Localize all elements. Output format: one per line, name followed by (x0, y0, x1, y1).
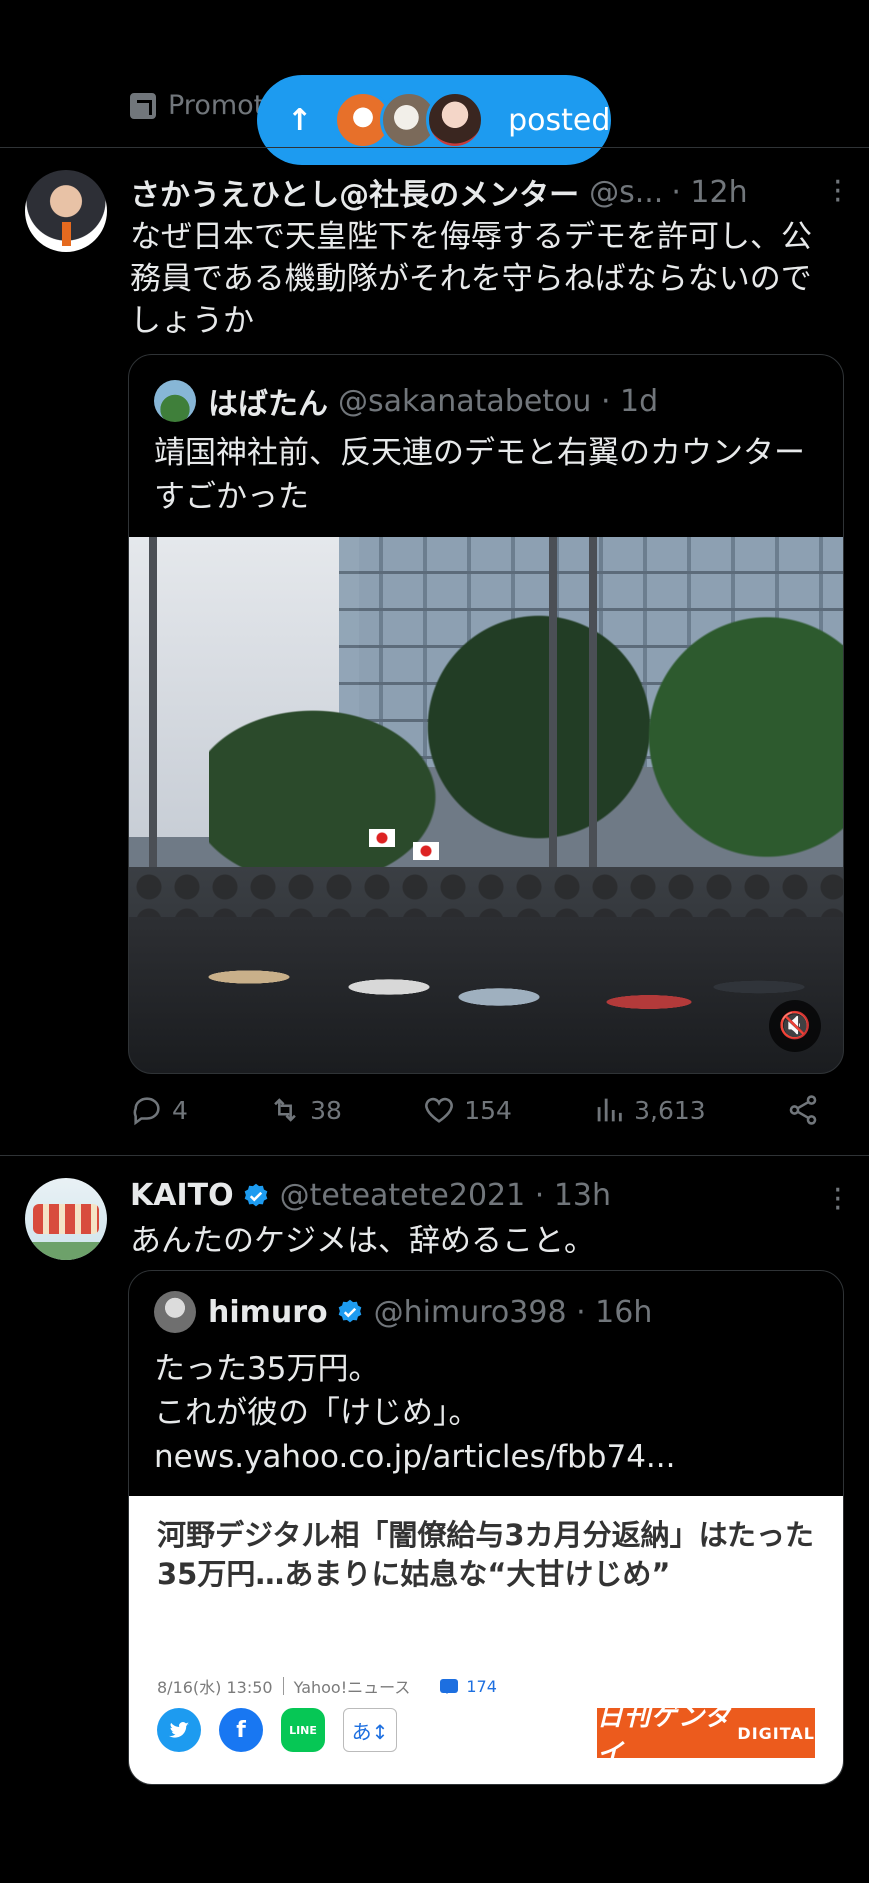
repost-count: 38 (310, 1095, 342, 1125)
article-source: Yahoo!ニュース (293, 1678, 411, 1697)
tweet-actions: 4 38 154 3,613 (130, 1093, 820, 1127)
quote-author-handle: @sakanatabetou · 1d (338, 383, 659, 419)
quote-text: たった35万円。 これが彼の「けじめ」。 news.yahoo.co.jp/ar… (154, 1347, 824, 1479)
tweet-time[interactable]: · 12h (671, 175, 747, 210)
video-player[interactable]: 🔇 (129, 537, 843, 1073)
quote-link[interactable]: news.yahoo.co.jp/articles/fbb74... (154, 1435, 824, 1479)
quoted-tweet[interactable]: はばたん @sakanatabetou · 1d 靖国神社前、反天連のデモと右翼… (128, 354, 844, 1074)
video-scene (129, 917, 843, 1073)
quoted-tweet[interactable]: himuro @himuro398 · 16h たった35万円。 これが彼の「け… (128, 1270, 844, 1785)
avatar (426, 91, 485, 149)
author-name[interactable]: さかうえひとし@社長のメンター (130, 170, 579, 214)
pill-label: posted (508, 102, 611, 138)
quote-author-name: はばたん (208, 387, 328, 422)
more-options-icon[interactable]: · · · (833, 1176, 843, 1224)
like-count: 154 (464, 1095, 512, 1125)
reply-icon (133, 1097, 160, 1126)
quote-text-line: たった35万円。 (154, 1351, 380, 1387)
analytics-icon (597, 1098, 622, 1122)
brand-name: 日刊ゲンダイ (597, 1702, 733, 1769)
line-icon[interactable]: LINE (281, 1708, 325, 1752)
quote-text: 靖国神社前、反天連のデモと右翼のカウンターすごかった (154, 435, 805, 515)
verified-badge-icon (336, 1298, 364, 1326)
tweet-text: なぜ日本で天皇陛下を侮辱するデモを許可し、公務員である機動隊がそれを守らねばなら… (130, 219, 812, 339)
repost-button[interactable]: 38 (268, 1093, 342, 1127)
mute-icon[interactable]: 🔇 (769, 1000, 821, 1052)
comment-count-value: 174 (466, 1676, 497, 1696)
author-handle[interactable]: @teteatete2021 · 13h (280, 1178, 611, 1213)
brand-sub: DIGITAL (737, 1723, 815, 1743)
tweet-header: さかうえひとし@社長のメンター @s... · 12h (130, 170, 748, 214)
view-count: 3,613 (634, 1095, 706, 1125)
share-icon (789, 1095, 817, 1125)
link-preview-card[interactable]: 河野デジタル相「闇僚給与3カ月分返納」はたった35万円…あまりに姑息な“大甘けじ… (129, 1496, 843, 1784)
promoted-label: Promot (168, 90, 265, 121)
verified-badge-icon (242, 1182, 270, 1210)
quote-author-handle: @himuro398 · 16h (373, 1294, 653, 1330)
tweet[interactable]: KAITO @teteatete2021 · 13h · · · あんたのケジメは、… (0, 1156, 869, 1883)
like-button[interactable]: 154 (422, 1093, 512, 1127)
article-meta: 8/16(水) 13:50 Yahoo!ニュース 174 (157, 1674, 497, 1698)
reply-count: 4 (172, 1095, 188, 1125)
tweet[interactable]: さかうえひとし@社長のメンター @s... · 12h · · · なぜ日本で天皇陛… (0, 148, 869, 1153)
more-options-icon[interactable]: · · · (833, 168, 843, 216)
repost-icon (274, 1098, 296, 1122)
views-button[interactable]: 3,613 (592, 1093, 706, 1127)
video-scene (629, 597, 843, 877)
avatar[interactable] (25, 170, 107, 252)
author-handle[interactable]: @s... (589, 175, 663, 210)
divider (282, 1677, 284, 1695)
article-share-row: f LINE あ↕ (157, 1708, 397, 1752)
comment-icon (440, 1679, 459, 1694)
share-button[interactable] (786, 1093, 820, 1127)
flag-icon (369, 829, 395, 847)
reply-button[interactable]: 4 (130, 1093, 188, 1127)
avatar[interactable] (25, 1178, 107, 1260)
article-title: 河野デジタル相「闇僚給与3カ月分返納」はたった35万円…あまりに姑息な“大甘けじ… (157, 1518, 815, 1591)
promoted-label-row: Promot (130, 90, 264, 121)
quote-header: himuro @himuro398 · 16h (154, 1291, 652, 1333)
arrow-up-icon: ↑ (287, 102, 313, 138)
flag-icon (413, 842, 439, 860)
comment-count[interactable]: 174 (440, 1677, 497, 1696)
heart-icon (425, 1097, 454, 1123)
pill-avatars (334, 91, 485, 149)
tweet-text: あんたのケジメは、辞めること。 (130, 1223, 595, 1259)
nikkan-gendai-logo: 日刊ゲンダイ DIGITAL (597, 1702, 815, 1769)
quote-header: はばたん @sakanatabetou · 1d (154, 379, 658, 423)
tweet-header: KAITO @teteatete2021 · 13h (130, 1178, 611, 1213)
facebook-icon[interactable]: f (219, 1708, 263, 1752)
font-size-icon[interactable]: あ↕ (343, 1708, 397, 1752)
avatar (154, 380, 196, 422)
quote-text-line: これが彼の「けじめ」。 (154, 1395, 480, 1431)
quote-author-name: himuro (208, 1294, 328, 1330)
article-date: 8/16(水) 13:50 (157, 1678, 273, 1697)
avatar (154, 1291, 196, 1333)
twitter-icon[interactable] (157, 1708, 201, 1752)
author-name[interactable]: KAITO (130, 1178, 234, 1213)
promoted-icon (130, 92, 156, 119)
